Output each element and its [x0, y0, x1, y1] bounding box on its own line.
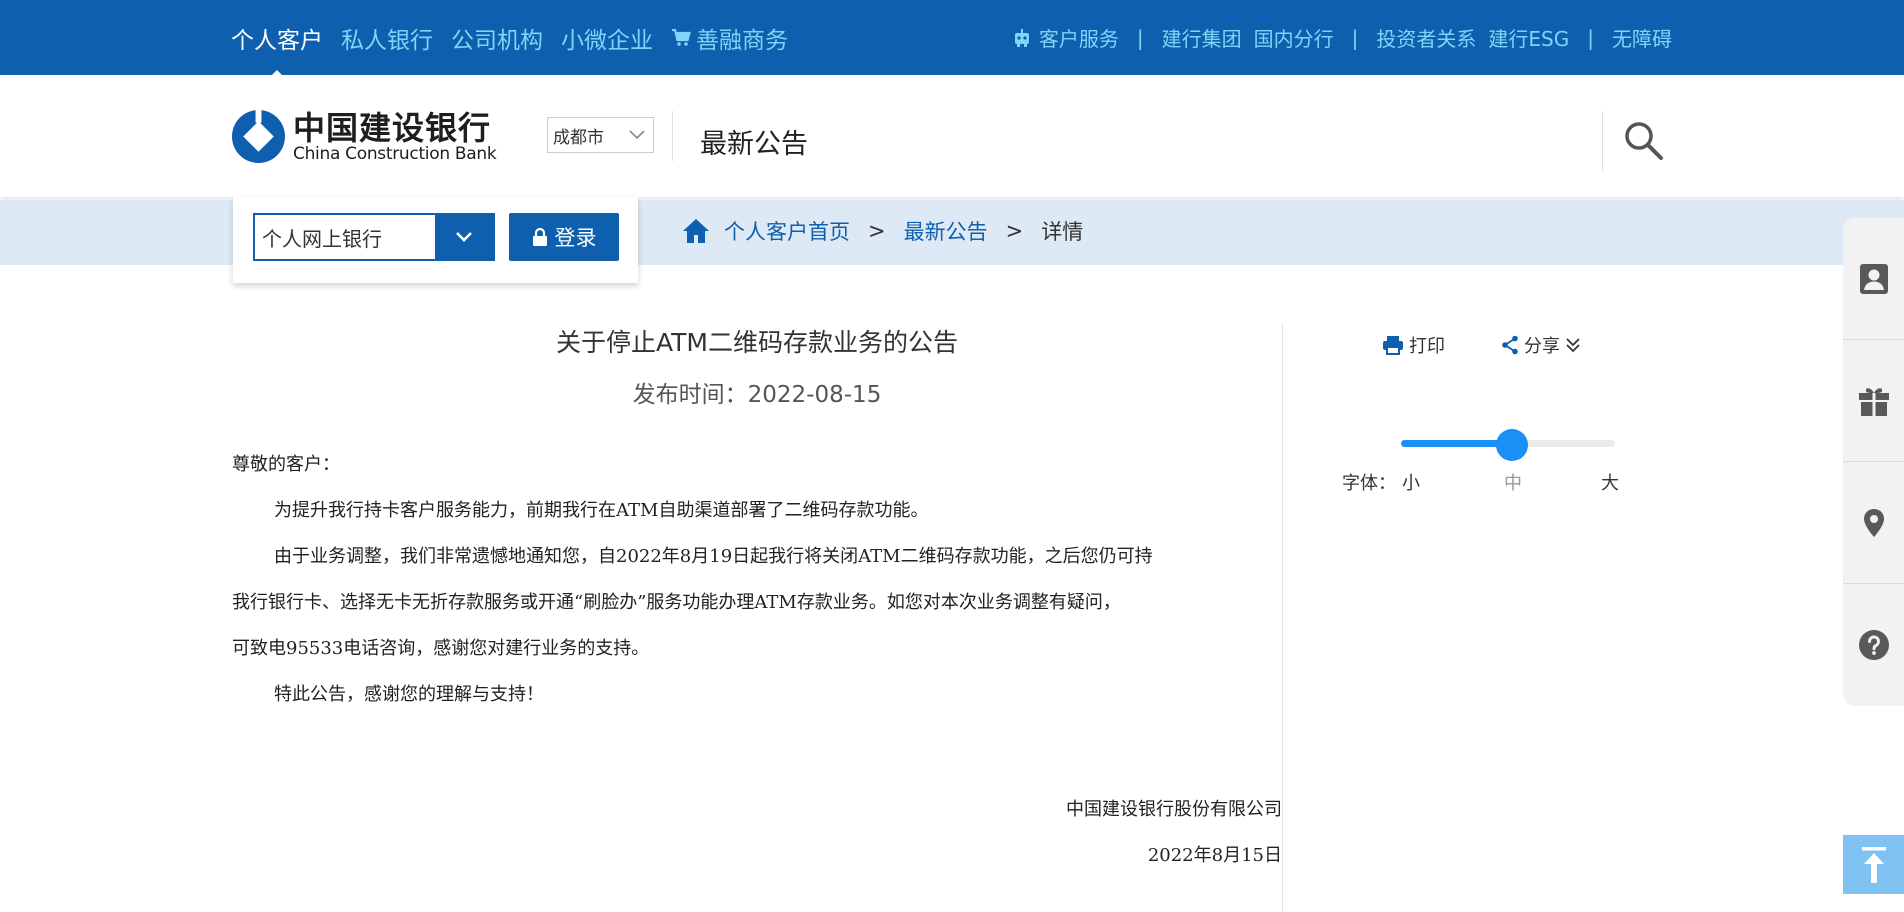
back-to-top-button[interactable] [1843, 835, 1904, 894]
sidebar-location[interactable] [1843, 462, 1904, 583]
article-paragraph: 可致电95533电话咨询，感谢您对建行业务的支持。 [232, 638, 650, 659]
print-label: 打印 [1409, 336, 1445, 357]
accessibility-link[interactable]: 无障碍 [1612, 23, 1672, 52]
login-channel-value: 个人网上银行 [262, 226, 382, 251]
announcement-article: 关于停止ATM二维码存款业务的公告 发布时间：2022-08-15 尊敬的客户：… [232, 323, 1282, 866]
floating-sidebar [1843, 218, 1904, 706]
logo-english-name: China Construction Bank [293, 143, 497, 164]
nav-ecommerce-label: 善融商务 [696, 27, 788, 54]
search-divider [1602, 111, 1603, 171]
font-size-large[interactable]: 大 [1601, 469, 1619, 495]
breadcrumb-separator: > [868, 219, 886, 243]
gift-icon [1858, 387, 1889, 416]
chevron-down-icon [629, 130, 645, 140]
user-card-icon [1859, 263, 1888, 294]
font-size-slider[interactable] [1401, 429, 1615, 461]
login-channel-dropdown[interactable] [435, 215, 493, 259]
article-date: 发布时间：2022-08-15 [632, 382, 882, 408]
sidebar-help[interactable] [1843, 584, 1904, 705]
chevron-down-icon [456, 232, 472, 242]
page-heading: 最新公告 [700, 129, 808, 160]
login-channel-select[interactable]: 个人网上银行 [253, 213, 495, 261]
segment-nav: 个人客户 私人银行 公司机构 小微企业 善融商务 [231, 0, 788, 78]
login-panel: 个人网上银行 登录 [233, 197, 638, 283]
font-size-label: 字体： [1342, 473, 1396, 494]
help-icon [1858, 629, 1889, 660]
content-divider [1282, 323, 1283, 912]
ccb-logo-icon [231, 109, 286, 164]
login-button[interactable]: 登录 [509, 213, 619, 261]
article-paragraph: 为提升我行持卡客户服务能力，前期我行在ATM自助渠道部署了二维码存款功能。 [274, 500, 929, 521]
city-value: 成都市 [553, 127, 604, 148]
font-size-medium[interactable]: 中 [1504, 469, 1522, 495]
lock-icon [532, 227, 547, 246]
breadcrumb-home[interactable]: 个人客户首页 [724, 216, 850, 246]
article-paragraph: 特此公告，感谢您的理解与支持！ [274, 684, 544, 705]
utility-nav: 客户服务 | 建行集团 国内分行 | 投资者关系 建行ESG | 无障碍 [1013, 0, 1672, 75]
slider-handle[interactable] [1496, 429, 1528, 461]
article-title: 关于停止ATM二维码存款业务的公告 [555, 328, 958, 357]
article-paragraph: 由于业务调整，我们非常遗憾地通知您，自2022年8月19日起我行将关闭ATM二维… [274, 546, 1153, 567]
login-button-label: 登录 [554, 226, 597, 250]
sidebar-account[interactable] [1843, 218, 1904, 339]
font-size-small[interactable]: 小 [1402, 469, 1420, 495]
share-button[interactable]: 分享 [1501, 332, 1581, 358]
top-nav-bar: 个人客户 私人银行 公司机构 小微企业 善融商务 客户服务 | 建行集团 国内分… [0, 0, 1904, 78]
nav-private-banking[interactable]: 私人银行 [341, 21, 433, 55]
breadcrumb-current: 详情 [1041, 220, 1084, 244]
printer-icon [1383, 336, 1403, 355]
header-divider [672, 111, 673, 161]
logo-chinese-name: 中国建设银行 [293, 108, 492, 147]
nav-corporate[interactable]: 公司机构 [451, 21, 543, 55]
cart-icon [672, 28, 691, 46]
group-link[interactable]: 建行集团 [1162, 23, 1242, 52]
breadcrumb-separator: > [1005, 219, 1024, 243]
nav-personal[interactable]: 个人客户 [231, 21, 323, 78]
signature-org: 中国建设银行股份有限公司 [1066, 799, 1282, 820]
signature-date: 2022年8月15日 [1147, 845, 1282, 866]
breadcrumb: 个人客户首页 > 最新公告 > 详情 [682, 216, 1083, 246]
breadcrumb-section[interactable]: 最新公告 [904, 216, 988, 246]
share-icon [1502, 335, 1518, 355]
nav-separator: | [1351, 25, 1359, 50]
share-label: 分享 [1524, 336, 1560, 357]
sidebar-gift[interactable] [1843, 340, 1904, 461]
home-icon[interactable] [682, 218, 710, 244]
domestic-branch-link[interactable]: 国内分行 [1254, 23, 1334, 52]
double-chevron-down-icon [1566, 338, 1580, 353]
search-icon [1625, 122, 1663, 160]
customer-service-label: 客户服务 [1038, 27, 1119, 51]
arrow-up-icon [1861, 846, 1886, 883]
logo-text: 中国建设银行 China Construction Bank [293, 108, 497, 164]
city-selector[interactable]: 成都市 [547, 117, 654, 153]
nav-small-business[interactable]: 小微企业 [561, 21, 653, 55]
article-paragraph: 我行银行卡、选择无卡无折存款服务或开通“刷脸办”服务功能办理ATM存款业务。如您… [232, 592, 1121, 613]
article-body: 尊敬的客户： 为提升我行持卡客户服务能力，前期我行在ATM自助渠道部署了二维码存… [232, 442, 1282, 718]
article-greeting: 尊敬的客户： [232, 454, 340, 475]
investor-relations-link[interactable]: 投资者关系 [1376, 23, 1476, 52]
nav-separator: | [1136, 25, 1144, 50]
robot-icon [1014, 28, 1029, 47]
print-button[interactable]: 打印 [1382, 332, 1445, 358]
site-header: 中国建设银行 China Construction Bank 成都市 最新公告 [0, 75, 1904, 197]
location-pin-icon [1863, 508, 1884, 537]
nav-ecommerce[interactable]: 善融商务 [671, 21, 788, 55]
search-button[interactable] [1622, 119, 1666, 163]
customer-service-link[interactable]: 客户服务 [1013, 23, 1119, 52]
nav-separator: | [1587, 25, 1594, 50]
bank-logo[interactable]: 中国建设银行 China Construction Bank [231, 108, 497, 164]
esg-link[interactable]: 建行ESG [1488, 23, 1569, 52]
article-signature: 中国建设银行股份有限公司 2022年8月15日 [1066, 787, 1282, 879]
